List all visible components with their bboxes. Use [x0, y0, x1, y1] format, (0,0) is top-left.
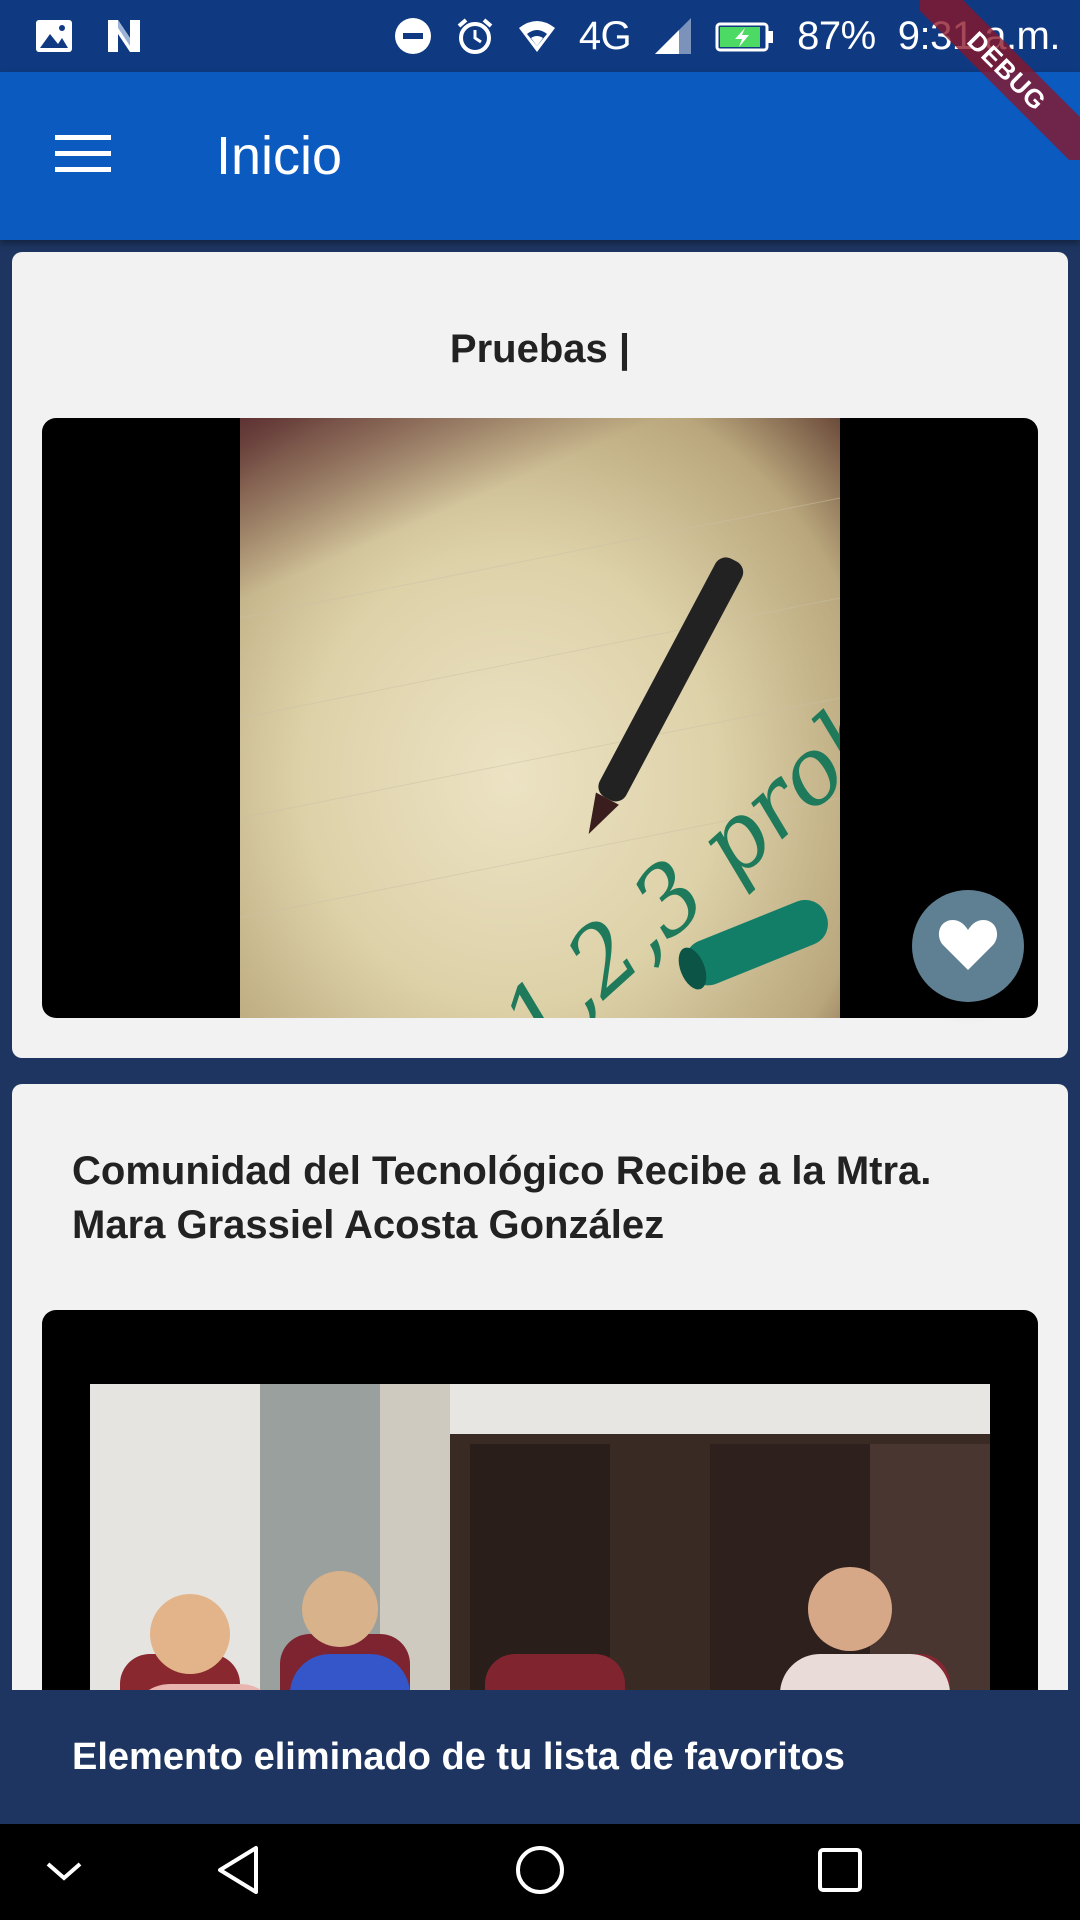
home-button[interactable]: [510, 1842, 570, 1902]
page-title: Inicio: [216, 126, 343, 186]
menu-button[interactable]: [40, 118, 126, 194]
heart-icon: [937, 916, 999, 977]
card-image[interactable]: 1,2,3 probando: [42, 418, 1038, 1018]
do-not-disturb-icon: [393, 16, 433, 56]
back-button[interactable]: [210, 1842, 270, 1902]
card-title: Pruebas |: [449, 327, 631, 371]
n-logo-icon: [104, 16, 144, 56]
card-title: Comunidad del Tecnológico Recibe a la Mt…: [72, 1149, 932, 1247]
news-card[interactable]: Pruebas | 1,2,3 probando: [12, 252, 1068, 1058]
alarm-icon: [455, 16, 495, 56]
status-bar: 4G 87% 9:31 a.m.: [0, 0, 1080, 72]
status-bar-left: [34, 16, 144, 56]
signal-icon: [653, 16, 693, 56]
status-bar-right: 4G 87% 9:31 a.m.: [393, 13, 1061, 59]
chevron-down-icon: [34, 1840, 94, 1905]
news-card[interactable]: Comunidad del Tecnológico Recibe a la Mt…: [12, 1084, 1068, 1690]
snackbar-message: Elemento eliminado de tu lista de favori…: [72, 1735, 845, 1778]
recents-button[interactable]: [810, 1842, 870, 1902]
hide-nav-button[interactable]: [34, 1842, 94, 1902]
wifi-icon: [517, 16, 557, 56]
system-nav-bar: [0, 1824, 1080, 1920]
home-icon: [510, 1840, 570, 1905]
photo-meeting: [90, 1384, 990, 1690]
image-icon: [34, 16, 74, 56]
hamburger-menu-icon: [55, 133, 111, 180]
battery-percent: 87%: [797, 13, 876, 58]
card-image[interactable]: [42, 1310, 1038, 1690]
app-bar: Inicio: [0, 72, 1080, 240]
favorite-button[interactable]: [912, 890, 1024, 1002]
snackbar: Elemento eliminado de tu lista de favori…: [0, 1690, 1080, 1824]
photo-paper-marker: 1,2,3 probando: [240, 418, 840, 1018]
battery-charging-icon: [715, 16, 775, 56]
network-type: 4G: [578, 13, 632, 58]
recents-icon: [810, 1840, 870, 1905]
clock: 9:31 a.m.: [897, 13, 1061, 58]
back-icon: [210, 1840, 270, 1905]
